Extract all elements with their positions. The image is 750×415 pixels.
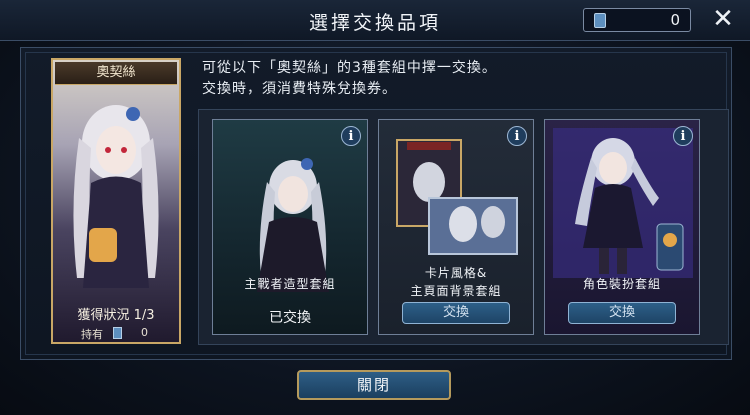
card-style-art xyxy=(396,139,518,255)
acquisition-status: 獲得狀況 1/3 xyxy=(77,308,155,323)
owned-value: 0 xyxy=(141,326,148,339)
owned-label: 持有 xyxy=(81,328,103,341)
set-card-leader-skin[interactable]: i 主戰者造型套組 已交換 xyxy=(212,119,368,335)
set-card-card-style[interactable]: i 卡片風格& 主頁面背景套組 交換 xyxy=(378,119,534,335)
close-button[interactable]: 關閉 xyxy=(297,370,451,400)
character-name: 奧契絲 xyxy=(55,62,177,85)
title-bar: 選擇交換品項 0 ✕ xyxy=(0,0,750,41)
exchange-button[interactable]: 交換 xyxy=(568,302,676,324)
set-card-outfit[interactable]: i 角色裝扮套組 交換 xyxy=(544,119,700,335)
set-label-line-1: 卡片風格& xyxy=(424,266,488,280)
exchange-button[interactable]: 交換 xyxy=(402,302,510,324)
outfit-art xyxy=(553,128,693,278)
instructions: 可從以下「奧契絲」的3種套組中擇一交換。 交換時，須消費特殊兌換券。 xyxy=(202,58,497,100)
character-card: 奧契絲 獲得狀況 1/3 持有 0 xyxy=(51,58,181,344)
owned-row: 持有 0 xyxy=(61,326,171,342)
ticket-icon xyxy=(113,327,122,339)
instruction-line-2: 交換時，須消費特殊兌換券。 xyxy=(202,81,397,97)
set-label: 角色裝扮套組 xyxy=(582,277,661,291)
set-label: 主戰者造型套組 xyxy=(244,277,336,291)
exchange-ticket-icon xyxy=(594,13,606,28)
character-portrait xyxy=(73,105,159,288)
info-icon[interactable]: i xyxy=(673,126,693,146)
ticket-counter: 0 xyxy=(583,8,691,32)
instruction-line-1: 可從以下「奧契絲」的3種套組中擇一交換。 xyxy=(202,60,497,76)
info-icon[interactable]: i xyxy=(341,126,361,146)
leader-skin-art xyxy=(257,158,329,292)
set-label-line-2: 主頁面背景套組 xyxy=(410,284,502,298)
exchanged-status: 已交換 xyxy=(269,310,311,326)
close-icon[interactable]: ✕ xyxy=(710,6,736,32)
info-icon[interactable]: i xyxy=(507,126,527,146)
ticket-count: 0 xyxy=(670,11,680,29)
